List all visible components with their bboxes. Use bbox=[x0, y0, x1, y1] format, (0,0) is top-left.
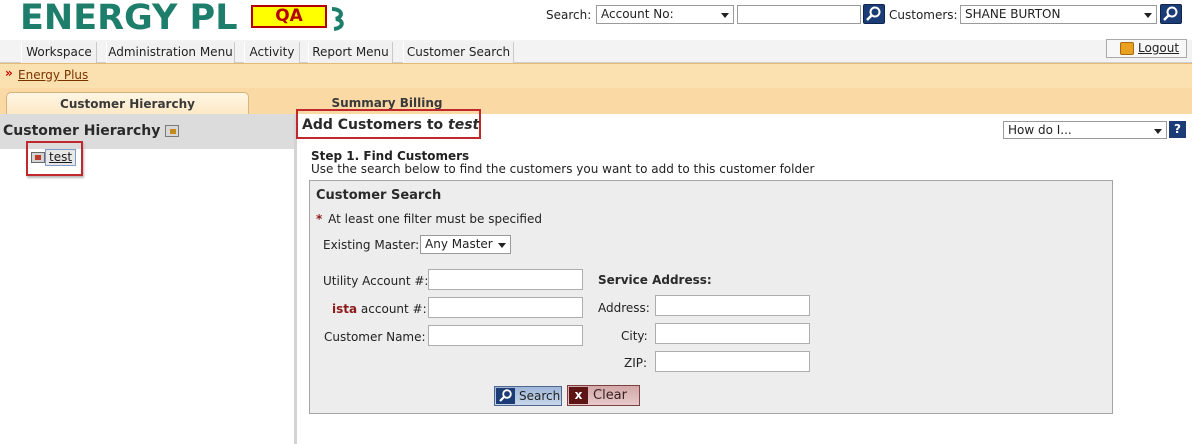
address-label: Address: bbox=[598, 301, 650, 315]
search-label: Search: bbox=[546, 8, 592, 22]
chevron-down-icon bbox=[1154, 129, 1162, 134]
required-note: * At least one filter must be specified bbox=[316, 212, 542, 226]
breadcrumb: » Energy Plus bbox=[0, 63, 1192, 88]
step-title: Step 1. Find Customers bbox=[311, 149, 470, 163]
energy-plus-logo: ENERGY PL bbox=[20, 0, 238, 38]
clear-button[interactable]: x Clear bbox=[567, 385, 640, 406]
main-menu-bar: Workspace Administration Menu Activity R… bbox=[0, 40, 1192, 63]
folder-add-icon[interactable] bbox=[165, 125, 179, 137]
city-input[interactable] bbox=[655, 323, 810, 344]
chevron-down-icon bbox=[498, 243, 506, 248]
search-button[interactable]: Search bbox=[494, 386, 562, 406]
utility-account-label: Utility Account #: bbox=[323, 274, 429, 288]
lock-icon bbox=[1120, 42, 1134, 55]
search-go-button[interactable] bbox=[863, 4, 885, 24]
customer-name-input[interactable] bbox=[428, 325, 583, 346]
zip-input[interactable] bbox=[655, 351, 810, 372]
panel-title: Customer Search bbox=[316, 188, 442, 203]
search-button-label: Search bbox=[519, 389, 561, 403]
customer-search-panel: Customer Search * At least one filter mu… bbox=[309, 180, 1113, 414]
app-header: ENERGY PL QA Search: Account No: Custome… bbox=[0, 0, 1192, 40]
magnifier-icon bbox=[866, 6, 881, 21]
required-star: * bbox=[316, 212, 323, 226]
customer-folder-icon bbox=[31, 152, 45, 163]
zip-label: ZIP: bbox=[624, 356, 648, 370]
utility-account-input[interactable] bbox=[428, 269, 583, 290]
menu-customer-search[interactable]: Customer Search bbox=[403, 42, 514, 63]
hierarchy-panel: Customer Hierarchy test bbox=[0, 114, 297, 444]
magnifier-icon bbox=[496, 388, 515, 404]
double-chevron-down-icon: » bbox=[5, 66, 13, 80]
tab-customer-hierarchy[interactable]: Customer Hierarchy bbox=[6, 92, 249, 115]
ista-account-input[interactable] bbox=[428, 297, 583, 318]
menu-report[interactable]: Report Menu bbox=[308, 42, 393, 63]
tree-node-test[interactable]: test bbox=[26, 141, 83, 176]
hierarchy-title: Customer Hierarchy bbox=[3, 123, 161, 139]
chevron-down-icon bbox=[721, 13, 729, 18]
menu-workspace[interactable]: Workspace bbox=[21, 42, 97, 63]
page-title: Add Customers to test bbox=[302, 117, 480, 133]
menu-administration[interactable]: Administration Menu bbox=[106, 42, 235, 63]
clear-button-label: Clear bbox=[593, 388, 627, 403]
close-icon: x bbox=[569, 387, 588, 404]
existing-master-label: Existing Master: bbox=[323, 238, 420, 252]
logout-label: Logout bbox=[1138, 41, 1180, 55]
customer-name-label: Customer Name: bbox=[324, 330, 426, 344]
tree-node-label[interactable]: test bbox=[45, 149, 77, 166]
tab-bar: Customer Hierarchy Summary Billing bbox=[0, 88, 1192, 115]
ista-account-label: ista account #: bbox=[332, 302, 427, 316]
breadcrumb-link-energy-plus[interactable]: Energy Plus bbox=[18, 68, 88, 82]
menu-activity[interactable]: Activity bbox=[244, 42, 300, 63]
magnifier-icon bbox=[1163, 6, 1178, 21]
logo-swirl-icon bbox=[331, 7, 344, 31]
how-do-i-select[interactable]: How do I... bbox=[1003, 121, 1167, 139]
customer-select[interactable]: SHANE BURTON bbox=[960, 5, 1157, 24]
help-icon[interactable]: ? bbox=[1169, 121, 1186, 138]
step-description: Use the search below to find the custome… bbox=[311, 162, 815, 176]
address-input[interactable] bbox=[655, 295, 810, 316]
logout-button[interactable]: Logout bbox=[1106, 39, 1187, 58]
search-input[interactable] bbox=[737, 5, 861, 24]
customer-go-button[interactable] bbox=[1160, 4, 1182, 24]
chevron-down-icon bbox=[1144, 13, 1152, 18]
existing-master-select[interactable]: Any Master bbox=[420, 235, 511, 254]
environment-badge: QA bbox=[251, 5, 327, 28]
search-type-select[interactable]: Account No: bbox=[596, 5, 734, 24]
city-label: City: bbox=[621, 329, 648, 343]
service-address-title: Service Address: bbox=[598, 273, 712, 287]
customers-label: Customers: bbox=[889, 8, 958, 22]
